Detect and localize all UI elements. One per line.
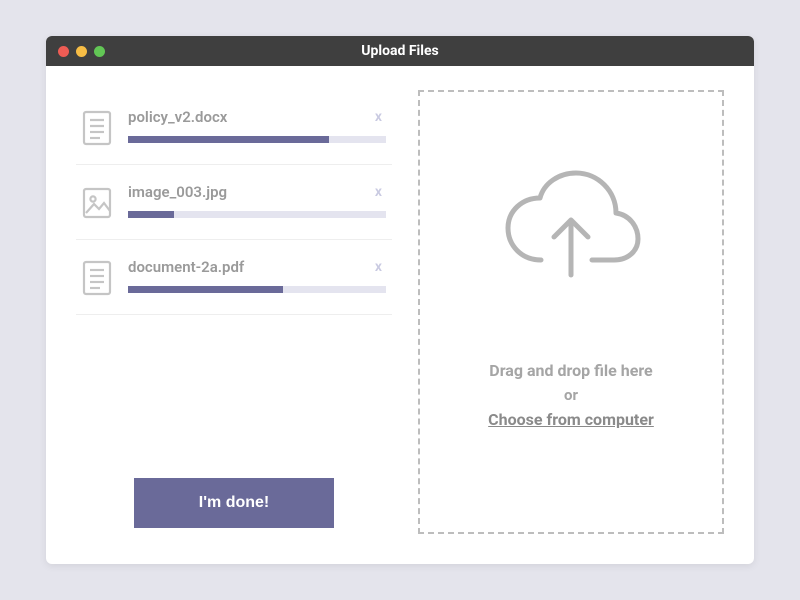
file-body: document-2a.pdf x	[128, 258, 386, 293]
document-icon	[82, 110, 112, 146]
maximize-window-button[interactable]	[94, 46, 105, 57]
file-name: policy_v2.docx	[128, 108, 227, 126]
progress-bar	[128, 136, 386, 143]
file-row: document-2a.pdf x	[76, 240, 392, 315]
drop-zone-text: Drag and drop file here	[489, 361, 652, 380]
file-name: image_003.jpg	[128, 183, 227, 201]
progress-fill	[128, 136, 329, 143]
progress-bar	[128, 286, 386, 293]
drop-zone[interactable]: Drag and drop file here or Choose from c…	[418, 90, 724, 534]
file-row: policy_v2.docx x	[76, 90, 392, 165]
file-header: policy_v2.docx x	[128, 108, 386, 126]
document-icon	[82, 260, 112, 296]
progress-fill	[128, 286, 283, 293]
file-name: document-2a.pdf	[128, 258, 244, 276]
minimize-window-button[interactable]	[76, 46, 87, 57]
content-area: policy_v2.docx x	[46, 66, 754, 564]
image-icon	[82, 185, 112, 221]
cloud-upload-icon	[496, 165, 646, 295]
done-button[interactable]: I'm done!	[134, 478, 334, 528]
close-window-button[interactable]	[58, 46, 69, 57]
remove-file-button[interactable]: x	[371, 184, 386, 200]
file-list: policy_v2.docx x	[76, 90, 392, 315]
file-header: document-2a.pdf x	[128, 258, 386, 276]
window-titlebar: Upload Files	[46, 36, 754, 66]
choose-from-computer-link[interactable]: Choose from computer	[488, 410, 654, 429]
upload-window: Upload Files	[46, 36, 754, 564]
file-row: image_003.jpg x	[76, 165, 392, 240]
file-list-column: policy_v2.docx x	[76, 90, 392, 534]
progress-bar	[128, 211, 386, 218]
file-body: image_003.jpg x	[128, 183, 386, 218]
progress-fill	[128, 211, 174, 218]
file-header: image_003.jpg x	[128, 183, 386, 201]
file-body: policy_v2.docx x	[128, 108, 386, 143]
traffic-lights	[58, 46, 105, 57]
window-title: Upload Files	[46, 43, 754, 59]
remove-file-button[interactable]: x	[371, 259, 386, 275]
remove-file-button[interactable]: x	[371, 109, 386, 125]
drop-zone-or: or	[564, 386, 578, 404]
